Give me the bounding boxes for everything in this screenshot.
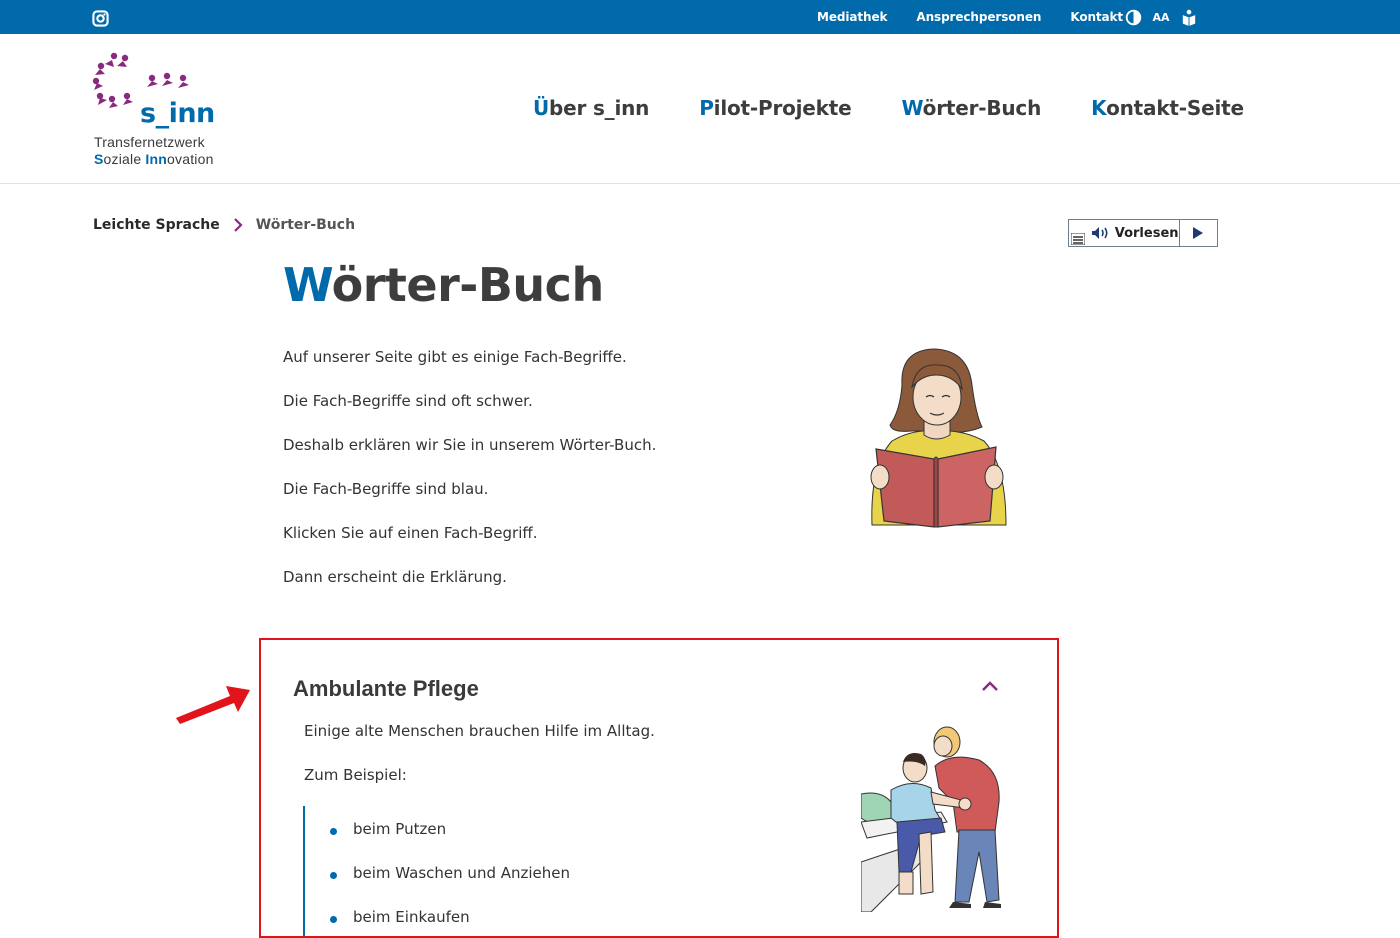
breadcrumb: Leichte Sprache Wörter-Buch (93, 217, 355, 233)
chevron-right-icon (233, 218, 243, 232)
intro-paragraph: Die Fach-Begriffe sind blau. (283, 480, 489, 498)
nav-kontakt-seite[interactable]: Kontakt-Seite (1091, 96, 1244, 120)
kontakt-link[interactable]: Kontakt (1070, 10, 1123, 24)
breadcrumb-current: Wörter-Buch (255, 217, 356, 233)
page-title: Wörter-Buch (283, 258, 604, 312)
top-bar: Mediathek Ansprechpersonen Kontakt AA (0, 0, 1400, 34)
logo-brand-text: s_inn (140, 98, 215, 129)
accordion-text: Zum Beispiel: (304, 766, 407, 784)
chevron-up-icon[interactable] (980, 679, 1000, 693)
site-header: s_inn Transfernetzwerk Soziale Innovatio… (0, 34, 1400, 184)
logo-line-2: Soziale Innovation (94, 151, 214, 167)
nav-pilot-projekte[interactable]: Pilot-Projekte (699, 96, 851, 120)
main-nav: Über s_inn Pilot-Projekte Wörter-Buch Ko… (533, 96, 1294, 120)
list-item: beim Einkaufen (329, 894, 570, 936)
example-list: beim Putzen beim Waschen und Anziehen be… (303, 806, 570, 936)
readspeaker-label: Vorlesen (1114, 225, 1179, 241)
mediathek-link[interactable]: Mediathek (817, 10, 887, 24)
utility-nav: Mediathek Ansprechpersonen Kontakt (817, 0, 1152, 34)
intro-paragraph: Deshalb erklären wir Sie in unserem Wört… (283, 436, 657, 454)
intro-paragraph: Dann erscheint die Erklärung. (283, 568, 507, 586)
readspeaker-listen-button[interactable]: Vorlesen (1089, 220, 1180, 246)
accordion-title[interactable]: Ambulante Pflege (293, 676, 479, 702)
caregiver-helping-man-illustration (861, 726, 1001, 912)
accordion-text: Einige alte Menschen brauchen Hilfe im A… (304, 722, 655, 740)
breadcrumb-home[interactable]: Leichte Sprache (93, 217, 220, 233)
intro-text: Auf unserer Seite gibt es einige Fach-Be… (283, 348, 783, 612)
logo-line-1: Transfernetzwerk (94, 134, 205, 150)
intro-paragraph: Klicken Sie auf einen Fach-Begriff. (283, 524, 538, 542)
site-logo[interactable]: s_inn Transfernetzwerk Soziale Innovatio… (92, 52, 232, 172)
nav-woerter-buch[interactable]: Wörter-Buch (902, 96, 1042, 120)
easy-language-icon[interactable] (1180, 8, 1198, 26)
readspeaker-widget: Vorlesen (1068, 219, 1218, 247)
speaker-icon (1091, 227, 1108, 239)
nav-ueber-sinn[interactable]: Über s_inn (533, 96, 649, 120)
instagram-icon[interactable] (92, 10, 109, 27)
intro-paragraph: Auf unserer Seite gibt es einige Fach-Be… (283, 348, 627, 366)
contrast-icon[interactable] (1124, 8, 1142, 26)
red-arrow-icon (176, 686, 250, 724)
ansprechpersonen-link[interactable]: Ansprechpersonen (916, 10, 1041, 24)
readspeaker-menu-icon[interactable] (1069, 220, 1089, 246)
accessibility-tools: AA (1124, 8, 1198, 26)
play-icon[interactable] (1180, 220, 1217, 246)
list-item: beim Waschen und Anziehen (329, 850, 570, 894)
woman-reading-book-illustration (870, 348, 1007, 528)
glossary-accordion-item: Ambulante Pflege Einige alte Menschen br… (259, 638, 1059, 938)
intro-paragraph: Die Fach-Begriffe sind oft schwer. (283, 392, 533, 410)
font-size-icon[interactable]: AA (1152, 8, 1170, 26)
list-item: beim Putzen (329, 806, 570, 850)
